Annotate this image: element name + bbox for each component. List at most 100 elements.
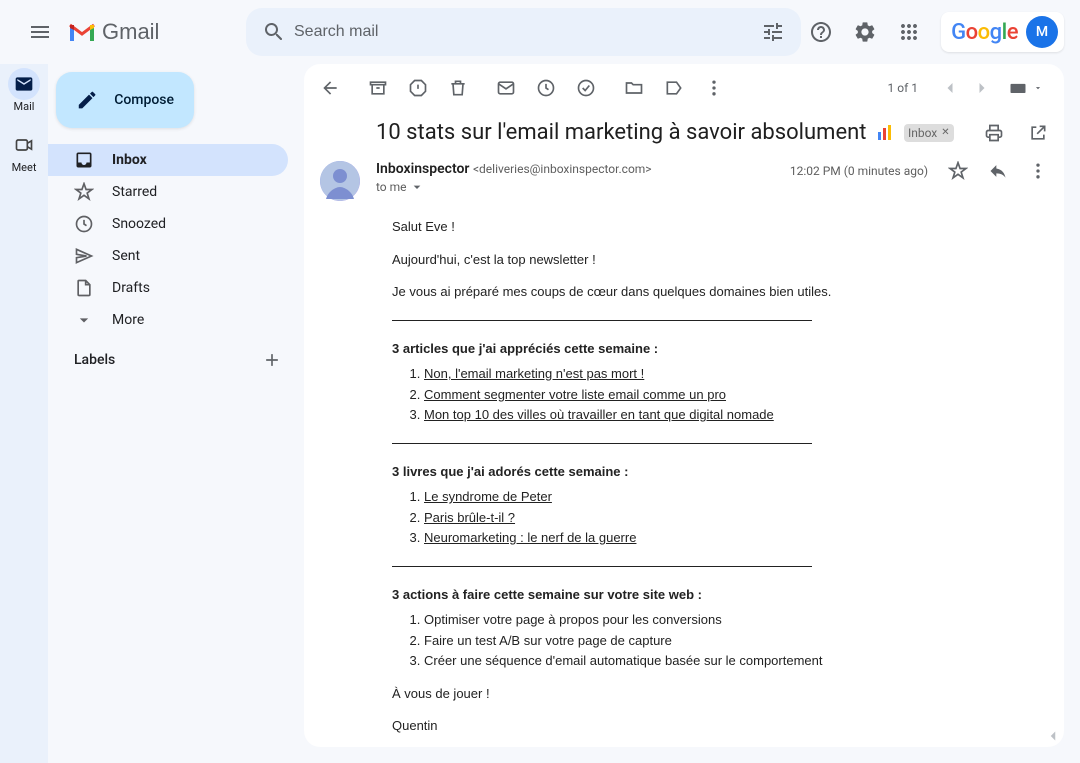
message-toolbar: 1 of 1 xyxy=(304,64,1064,112)
plus-icon xyxy=(262,350,282,370)
mark-unread-button[interactable] xyxy=(496,78,516,98)
search-input[interactable] xyxy=(294,23,753,41)
to-me-text: to me xyxy=(376,180,407,194)
sidebar-item-label: More xyxy=(112,312,144,328)
search-bar[interactable] xyxy=(246,8,801,56)
book-link[interactable]: Neuromarketing : le nerf de la guerre xyxy=(424,530,636,545)
trash-icon xyxy=(448,78,468,98)
star-outline-icon xyxy=(948,161,968,181)
message-header: Inboxinspector <deliveries@inboxinspecto… xyxy=(304,153,1064,217)
message-pane: 1 of 1 10 stats sur l'email marketing à … xyxy=(304,64,1064,747)
sidebar-item-snoozed[interactable]: Snoozed xyxy=(48,208,288,240)
message-more-button[interactable] xyxy=(1028,161,1048,181)
newer-button[interactable] xyxy=(934,78,966,98)
sidebar-item-more[interactable]: More xyxy=(48,304,288,336)
more-actions-button[interactable] xyxy=(704,78,724,98)
hamburger-icon xyxy=(28,20,52,44)
chevron-left-icon xyxy=(1044,727,1062,745)
sidebar-item-drafts[interactable]: Drafts xyxy=(48,272,288,304)
section-2-title: 3 livres que j'ai adorés cette semaine : xyxy=(392,462,1032,482)
book-link[interactable]: Le syndrome de Peter xyxy=(424,489,552,504)
report-spam-button[interactable] xyxy=(408,78,428,98)
sidebar-item-label: Snoozed xyxy=(112,216,166,232)
google-logo-text: Google xyxy=(951,20,1018,45)
inbox-icon xyxy=(74,150,94,170)
add-to-tasks-button[interactable] xyxy=(576,78,596,98)
body-intro-2: Je vous ai préparé mes coups de cœur dan… xyxy=(392,282,1032,302)
action-item: Optimiser votre page à propos pour les c… xyxy=(424,610,1032,630)
book-link[interactable]: Paris brûle-t-il ? xyxy=(424,510,515,525)
folder-move-icon xyxy=(624,78,644,98)
move-to-button[interactable] xyxy=(624,78,644,98)
account-avatar[interactable]: M xyxy=(1026,16,1058,48)
article-link[interactable]: Comment segmenter votre liste email comm… xyxy=(424,387,726,402)
gmail-logo-text: Gmail xyxy=(102,19,159,45)
apps-button[interactable] xyxy=(889,12,929,52)
search-options-button[interactable] xyxy=(753,12,793,52)
labels-button[interactable] xyxy=(664,78,684,98)
reply-icon xyxy=(988,161,1008,181)
pencil-icon xyxy=(76,88,98,112)
divider xyxy=(392,443,812,444)
app-rail: Mail Meet xyxy=(0,64,48,763)
google-account-chip[interactable]: Google M xyxy=(941,12,1064,52)
labels-header-row: Labels xyxy=(48,336,304,378)
gmail-logo[interactable]: Gmail xyxy=(68,12,177,52)
back-button[interactable] xyxy=(320,78,340,98)
gmail-logo-icon xyxy=(68,21,96,43)
article-link[interactable]: Mon top 10 des villes où travailler en t… xyxy=(424,407,774,422)
mail-unread-icon xyxy=(496,78,516,98)
sidebar-item-sent[interactable]: Sent xyxy=(48,240,288,272)
body-closing-1: À vous de jouer ! xyxy=(392,684,1032,704)
archive-button[interactable] xyxy=(368,78,388,98)
older-button[interactable] xyxy=(966,78,998,98)
open-in-new-icon xyxy=(1028,123,1048,143)
section-3-title: 3 actions à faire cette semaine sur votr… xyxy=(392,585,1032,605)
delete-button[interactable] xyxy=(448,78,468,98)
rail-mail[interactable]: Mail xyxy=(0,68,48,113)
search-button[interactable] xyxy=(254,12,294,52)
keyboard-icon xyxy=(1008,78,1028,98)
action-item: Faire un test A/B sur votre page de capt… xyxy=(424,631,1032,651)
print-button[interactable] xyxy=(984,123,1004,143)
article-link[interactable]: Non, l'email marketing n'est pas mort ! xyxy=(424,366,644,381)
action-item: Créer une séquence d'email automatique b… xyxy=(424,651,1032,671)
input-tools-dropdown[interactable] xyxy=(1028,78,1048,98)
rail-meet[interactable]: Meet xyxy=(0,129,48,174)
sidebar-item-starred[interactable]: Starred xyxy=(48,176,288,208)
sidebar-item-inbox[interactable]: Inbox xyxy=(48,144,288,176)
open-new-window-button[interactable] xyxy=(1028,123,1048,143)
star-message-button[interactable] xyxy=(948,161,968,181)
clock-icon xyxy=(74,214,94,234)
inbox-chip-text: Inbox xyxy=(908,126,937,140)
label-icon xyxy=(664,78,684,98)
snooze-button[interactable] xyxy=(536,78,556,98)
divider xyxy=(392,320,812,321)
compose-button[interactable]: Compose xyxy=(56,72,194,128)
side-panel-toggle[interactable] xyxy=(1044,727,1062,745)
section-3-list: Optimiser votre page à propos pour les c… xyxy=(424,610,1032,671)
settings-button[interactable] xyxy=(845,12,885,52)
inbox-label-chip[interactable]: Inbox ✕ xyxy=(904,124,954,142)
rail-meet-label: Meet xyxy=(12,161,37,174)
meet-icon xyxy=(14,135,34,155)
main-menu-button[interactable] xyxy=(16,8,64,56)
remove-label-button[interactable]: ✕ xyxy=(941,127,949,138)
pager-text: 1 of 1 xyxy=(888,81,918,95)
support-button[interactable] xyxy=(801,12,841,52)
send-icon xyxy=(74,246,94,266)
add-label-button[interactable] xyxy=(262,350,282,370)
sender-line: Inboxinspector <deliveries@inboxinspecto… xyxy=(376,161,790,177)
input-tools-button[interactable] xyxy=(1008,78,1028,98)
reply-icon-button[interactable] xyxy=(988,161,1008,181)
bar-chart-emoji-icon xyxy=(876,124,894,142)
arrow-drop-down-icon xyxy=(1033,78,1043,98)
sidebar: Compose Inbox Starred Snoozed Sent xyxy=(48,64,304,763)
arrow-back-icon xyxy=(320,78,340,98)
add-task-icon xyxy=(576,78,596,98)
nav-list: Inbox Starred Snoozed Sent Drafts xyxy=(48,144,304,336)
sender-avatar[interactable] xyxy=(320,161,360,201)
sender-name: Inboxinspector xyxy=(376,161,469,177)
recipient-line[interactable]: to me xyxy=(376,179,790,195)
compose-label: Compose xyxy=(114,92,174,108)
